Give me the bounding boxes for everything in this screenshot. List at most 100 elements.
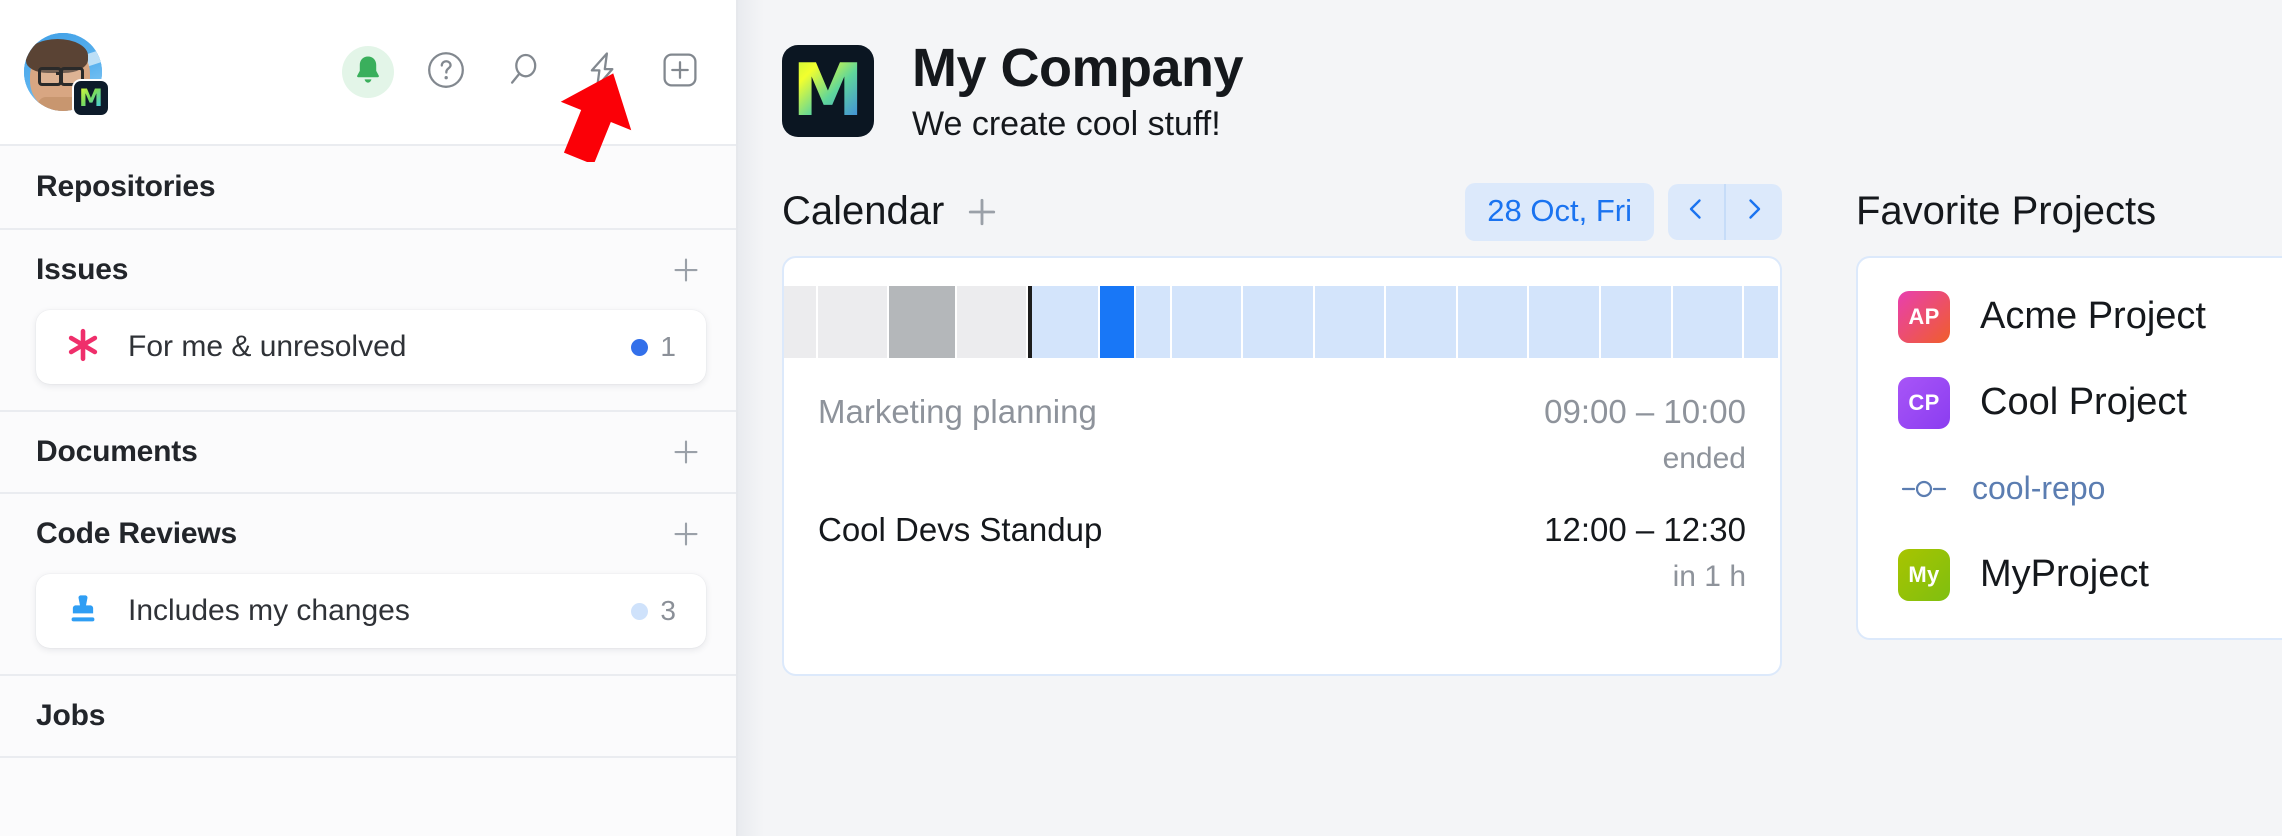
- quick-actions-button[interactable]: [576, 46, 628, 98]
- timeline-slot[interactable]: [1458, 286, 1530, 358]
- calendar-widget: Calendar 28 Oct, Fri: [782, 180, 1804, 676]
- timeline-slot[interactable]: [1243, 286, 1315, 358]
- sidebar-list-issues: For me & unresolved 1: [36, 310, 706, 410]
- project-avatar: CP: [1898, 377, 1950, 429]
- project-avatar: AP: [1898, 291, 1950, 343]
- favorite-project-row[interactable]: APAcme Project: [1858, 284, 2282, 350]
- calendar-nav-group: [1668, 184, 1782, 240]
- favorite-item-label: Cool Project: [1980, 381, 2187, 424]
- calendar-event-time: 09:00 – 10:00: [1544, 394, 1746, 430]
- status-dot: [631, 603, 648, 620]
- help-button[interactable]: [420, 46, 472, 98]
- calendar-event-time: 12:00 – 12:30: [1544, 512, 1746, 548]
- company-logo: M: [782, 45, 874, 137]
- app-root: M: [0, 0, 2282, 836]
- sidebar-item-label: For me & unresolved: [128, 330, 406, 364]
- calendar-event-row[interactable]: Cool Devs Standup 12:00 – 12:30in 1 h: [818, 476, 1746, 594]
- sidebar-topbar: M: [0, 0, 736, 146]
- sidebar-section-title-code-reviews: Code Reviews: [36, 517, 237, 551]
- avatar[interactable]: M: [24, 33, 102, 111]
- favorite-project-row[interactable]: CP Cool Project: [1858, 370, 2282, 436]
- calendar-timeline[interactable]: [784, 286, 1780, 358]
- search-button[interactable]: [498, 46, 550, 98]
- calendar-prev-button[interactable]: [1668, 184, 1724, 240]
- timeline-slot[interactable]: [818, 286, 890, 358]
- count-value: 3: [660, 595, 676, 627]
- sidebar-section-repositories: Repositories: [0, 146, 736, 230]
- timeline-slot[interactable]: [1032, 286, 1100, 358]
- company-logo-letter: M: [792, 60, 864, 121]
- project-avatar: My: [1898, 549, 1950, 601]
- sidebar: M: [0, 0, 738, 836]
- favorite-projects-title: Favorite Projects: [1856, 180, 2282, 244]
- calendar-event-relative-time: ended: [1544, 442, 1746, 476]
- calendar-event-name: Cool Devs Standup: [818, 512, 1102, 548]
- sidebar-item-count: 1: [631, 331, 676, 363]
- calendar-event-meta: 12:00 – 12:30in 1 h: [1544, 512, 1746, 594]
- favorite-project-row[interactable]: My MyProject: [1858, 542, 2282, 608]
- new-item-button[interactable]: [654, 46, 706, 98]
- favorite-projects-card: APAcme ProjectCPCool Projectcool-repoMyM…: [1856, 256, 2282, 640]
- timeline-slot[interactable]: [1529, 286, 1601, 358]
- add-calendar-event-button[interactable]: [962, 192, 1002, 232]
- timeline-slot[interactable]: [1136, 286, 1172, 358]
- bell-icon: [351, 52, 385, 93]
- sidebar-item-count: 3: [631, 595, 676, 627]
- sidebar-section-header[interactable]: Jobs: [36, 676, 706, 756]
- company-tagline: We create cool stuff!: [912, 106, 1243, 143]
- favorite-item-label: MyProject: [1980, 553, 2149, 596]
- calendar-next-button[interactable]: [1726, 184, 1782, 240]
- timeline-slot[interactable]: [1673, 286, 1745, 358]
- calendar-event-row[interactable]: Marketing planning09:00 – 10:00ended: [818, 358, 1746, 476]
- favorite-item-label: cool-repo: [1972, 470, 2105, 507]
- calendar-event-meta: 09:00 – 10:00 ended: [1544, 394, 1746, 476]
- sidebar-section-header[interactable]: Documents: [36, 412, 706, 492]
- calendar-card: Marketing planning09:00 – 10:00endedCool…: [782, 256, 1782, 676]
- sidebar-section-title-jobs: Jobs: [36, 699, 105, 733]
- favorite-repo-row[interactable]: cool-repo: [1858, 456, 2282, 522]
- sidebar-section-header[interactable]: Issues: [36, 230, 706, 310]
- calendar-event-list: Marketing planning09:00 – 10:00endedCool…: [784, 358, 1780, 595]
- list-spacer: [1858, 436, 2282, 456]
- company-header: M My Company We create cool stuff!: [738, 0, 2282, 144]
- add-code-review-button[interactable]: [666, 514, 706, 554]
- list-spacer: [1858, 350, 2282, 370]
- timeline-slot[interactable]: [784, 286, 818, 358]
- timeline-slot[interactable]: [1386, 286, 1458, 358]
- add-issue-button[interactable]: [666, 250, 706, 290]
- add-document-button[interactable]: [666, 432, 706, 472]
- calendar-header: Calendar 28 Oct, Fri: [782, 180, 1804, 244]
- calendar-date-pill[interactable]: 28 Oct, Fri: [1465, 183, 1654, 241]
- avatar-org-badge-letter: M: [79, 86, 103, 110]
- sidebar-item-includes-my-changes[interactable]: Includes my changes 3: [36, 574, 706, 648]
- timeline-slot[interactable]: [1172, 286, 1244, 358]
- sidebar-section-title-repositories: Repositories: [36, 170, 215, 204]
- sidebar-section-documents: Documents: [0, 412, 736, 494]
- lightning-bolt-icon: [581, 48, 623, 97]
- timeline-slot[interactable]: [889, 286, 957, 358]
- timeline-slot[interactable]: [957, 286, 1029, 358]
- timeline-slot[interactable]: [1315, 286, 1387, 358]
- sidebar-list-code-reviews: Includes my changes 3: [36, 574, 706, 674]
- main-content: M My Company We create cool stuff! Calen…: [738, 0, 2282, 836]
- count-value: 1: [660, 331, 676, 363]
- sidebar-section-header[interactable]: Code Reviews: [36, 494, 706, 574]
- timeline-slot[interactable]: [1744, 286, 1780, 358]
- company-text: My Company We create cool stuff!: [912, 38, 1243, 144]
- sidebar-item-for-me-unresolved[interactable]: For me & unresolved 1: [36, 310, 706, 384]
- chevron-left-icon: [1681, 194, 1711, 229]
- sidebar-section-issues: Issues For me & unresolved 1: [0, 230, 736, 412]
- asterisk-icon: [64, 326, 102, 369]
- timeline-slot[interactable]: [1100, 286, 1136, 358]
- timeline-slot[interactable]: [1601, 286, 1673, 358]
- favorite-projects-widget: Favorite Projects APAcme Project CP Cool P…: [1856, 180, 2282, 640]
- page-title: My Company: [912, 38, 1243, 98]
- sidebar-section-header[interactable]: Repositories: [36, 146, 706, 228]
- avatar-org-badge: M: [74, 81, 108, 115]
- sidebar-section-title-issues: Issues: [36, 253, 128, 287]
- list-spacer: [1858, 522, 2282, 542]
- plus-square-icon: [659, 49, 701, 96]
- sidebar-action-bar: [342, 46, 706, 98]
- notifications-bell-button[interactable]: [342, 46, 394, 98]
- stamp-icon: [64, 590, 102, 633]
